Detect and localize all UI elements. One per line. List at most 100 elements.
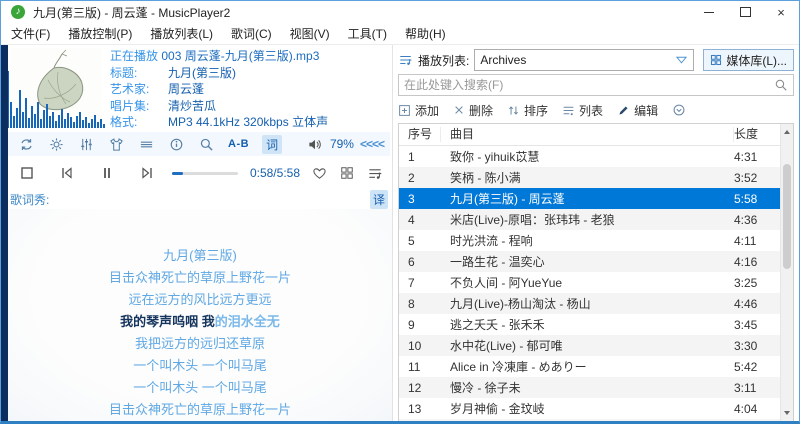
- playlist-selector-label: 播放列表:: [418, 53, 470, 68]
- row-length: 4:31: [734, 149, 758, 164]
- row-title: Alice in 冷凍庫 - めありー: [450, 360, 587, 374]
- menu-item[interactable]: 工具(T): [348, 25, 387, 42]
- playlist-row[interactable]: 13 岁月神偷 - 金玟岐 4:04: [399, 398, 780, 419]
- spectrum-bar: [28, 118, 30, 128]
- playlist-combobox[interactable]: Archives: [474, 49, 695, 71]
- menu-item[interactable]: 视图(V): [290, 25, 330, 42]
- search-box: [398, 74, 794, 96]
- spectrum-bar: [19, 90, 21, 128]
- volume-value: 79%: [329, 137, 354, 151]
- row-length: 5:42: [734, 359, 758, 374]
- title-bar[interactable]: ♪ 九月(第三版) - 周云蓬 - MusicPlayer2 ×: [1, 1, 799, 23]
- row-title: 水中花(Live) - 郁可唯: [450, 339, 563, 353]
- show-playlist-button[interactable]: [366, 164, 384, 182]
- maximize-button[interactable]: [727, 1, 763, 23]
- more-options-button[interactable]: [672, 103, 686, 117]
- lines-icon: [140, 141, 153, 147]
- spectrum-bar: [97, 122, 99, 128]
- scroll-up-button[interactable]: [781, 125, 793, 139]
- list-button[interactable]: 列表: [562, 102, 603, 119]
- favorite-button[interactable]: [310, 164, 328, 182]
- row-number: 5: [408, 233, 415, 248]
- stop-button[interactable]: [18, 164, 36, 182]
- table-header[interactable]: 序号 曲目 长度: [399, 124, 780, 146]
- delete-button[interactable]: 删除: [453, 102, 493, 119]
- volume-button[interactable]: [307, 136, 324, 153]
- spectrum-bar: [10, 102, 12, 128]
- previous-button[interactable]: [58, 164, 76, 182]
- playlist-row[interactable]: 12 慢冷 - 徐子未 3:11: [399, 377, 780, 398]
- collapse-arrows[interactable]: <<<<: [360, 137, 385, 151]
- playlist-row[interactable]: 6 一路生花 - 温奕心 4:16: [399, 251, 780, 272]
- search-icon: [200, 138, 213, 151]
- edit-pencil-icon: [619, 105, 628, 115]
- media-library-button[interactable]: [338, 164, 356, 182]
- playlist-row[interactable]: 8 九月(Live)-杨山淘汰 - 杨山 4:46: [399, 293, 780, 314]
- menu-item[interactable]: 播放列表(L): [150, 25, 213, 42]
- search-input[interactable]: [399, 78, 774, 92]
- header-no[interactable]: 序号: [399, 127, 441, 142]
- header-length[interactable]: 长度: [734, 127, 780, 142]
- media-library-button[interactable]: 媒体库(L)...: [703, 49, 794, 71]
- minimize-icon: [704, 11, 714, 13]
- playlist-row[interactable]: 2 笑柄 - 陈小满 3:52: [399, 167, 780, 188]
- playlist-row[interactable]: 11 Alice in 冷凍庫 - めありー 5:42: [399, 356, 780, 377]
- playlist-icon: [369, 168, 382, 179]
- loop-mode-button[interactable]: [18, 136, 35, 153]
- find-lyrics-button[interactable]: [198, 136, 215, 153]
- scroll-down-icon: [784, 411, 790, 415]
- playlist-row[interactable]: 4 米店(Live)-原唱：张玮玮 - 老狼 4:36: [399, 209, 780, 230]
- playlist-combobox-value: Archives: [480, 53, 527, 67]
- playlist-row[interactable]: 7 不负人间 - 阿YueYue 3:25: [399, 272, 780, 293]
- playlist-row[interactable]: 3 九月(第三版) - 周云蓬 5:58: [399, 188, 780, 209]
- field-value: MP3 44.1kHz 320kbps 立体声: [168, 115, 329, 129]
- scrollbar[interactable]: [780, 124, 793, 421]
- translate-button[interactable]: 译: [369, 190, 388, 209]
- lyric-toggle-button[interactable]: 词: [262, 134, 283, 154]
- playlist-row[interactable]: 14 是你想成为的大人吗 - 蒋长谦 5:23: [399, 419, 780, 421]
- add-button[interactable]: 添加: [398, 102, 439, 119]
- time-display: 0:58/5:58: [249, 166, 300, 180]
- spectrum-bar: [40, 119, 42, 128]
- spectrum-bar: [100, 119, 102, 128]
- maximize-icon: [739, 7, 751, 17]
- playlist-row[interactable]: 1 致你 - yihuik苡慧 4:31: [399, 146, 780, 167]
- playlist-row[interactable]: 9 逃之夭夭 - 张禾禾 3:45: [399, 314, 780, 335]
- ab-repeat-button[interactable]: A-B: [228, 138, 249, 150]
- header-title[interactable]: 曲目: [441, 127, 734, 142]
- edit-button[interactable]: 编辑: [617, 102, 658, 119]
- row-number: 6: [408, 254, 415, 269]
- menu-item[interactable]: 帮助(H): [405, 25, 446, 42]
- circle-chevron-icon: [673, 104, 685, 116]
- lyrics-panel[interactable]: 九月(第三版) 目击众神死亡的草原上野花一片 远在远方的风比远方更远 我的琴声呜咽 …: [8, 209, 392, 421]
- lyric-unsung: 的泪水全无: [214, 314, 280, 329]
- spectrum-bar: [82, 120, 84, 128]
- row-number: 3: [408, 191, 415, 206]
- minimize-button[interactable]: [691, 1, 727, 23]
- playlist-row[interactable]: 5 时光洪流 - 程响 4:11: [399, 230, 780, 251]
- skin-button[interactable]: [108, 136, 125, 153]
- loop-icon: [21, 138, 32, 150]
- scroll-down-button[interactable]: [781, 406, 793, 420]
- spectrum-bar: [49, 116, 51, 128]
- chevron-down-icon: [676, 56, 688, 64]
- scrollbar-thumb[interactable]: [783, 164, 791, 269]
- playlist-row[interactable]: 10 水中花(Live) - 郁可唯 3:30: [399, 335, 780, 356]
- field-label: 唱片集:: [110, 98, 150, 113]
- close-button[interactable]: ×: [763, 1, 799, 23]
- sort-button[interactable]: 排序: [507, 102, 548, 119]
- settings-button[interactable]: [48, 136, 65, 153]
- lyric-show-label: 歌词秀:: [10, 193, 50, 207]
- info-button[interactable]: [168, 136, 185, 153]
- sound-effect-button[interactable]: [138, 136, 155, 153]
- menu-item[interactable]: 文件(F): [11, 25, 50, 42]
- progress-bar[interactable]: [172, 171, 238, 175]
- pause-button[interactable]: [98, 164, 116, 182]
- menu-item[interactable]: 播放控制(P): [68, 25, 132, 42]
- equalizer-button[interactable]: [78, 136, 95, 153]
- next-button[interactable]: [138, 164, 156, 182]
- spectrum-bar: [64, 119, 66, 128]
- menu-item[interactable]: 歌词(C): [231, 25, 272, 42]
- row-number: 7: [408, 275, 415, 290]
- heart-icon: [312, 167, 326, 179]
